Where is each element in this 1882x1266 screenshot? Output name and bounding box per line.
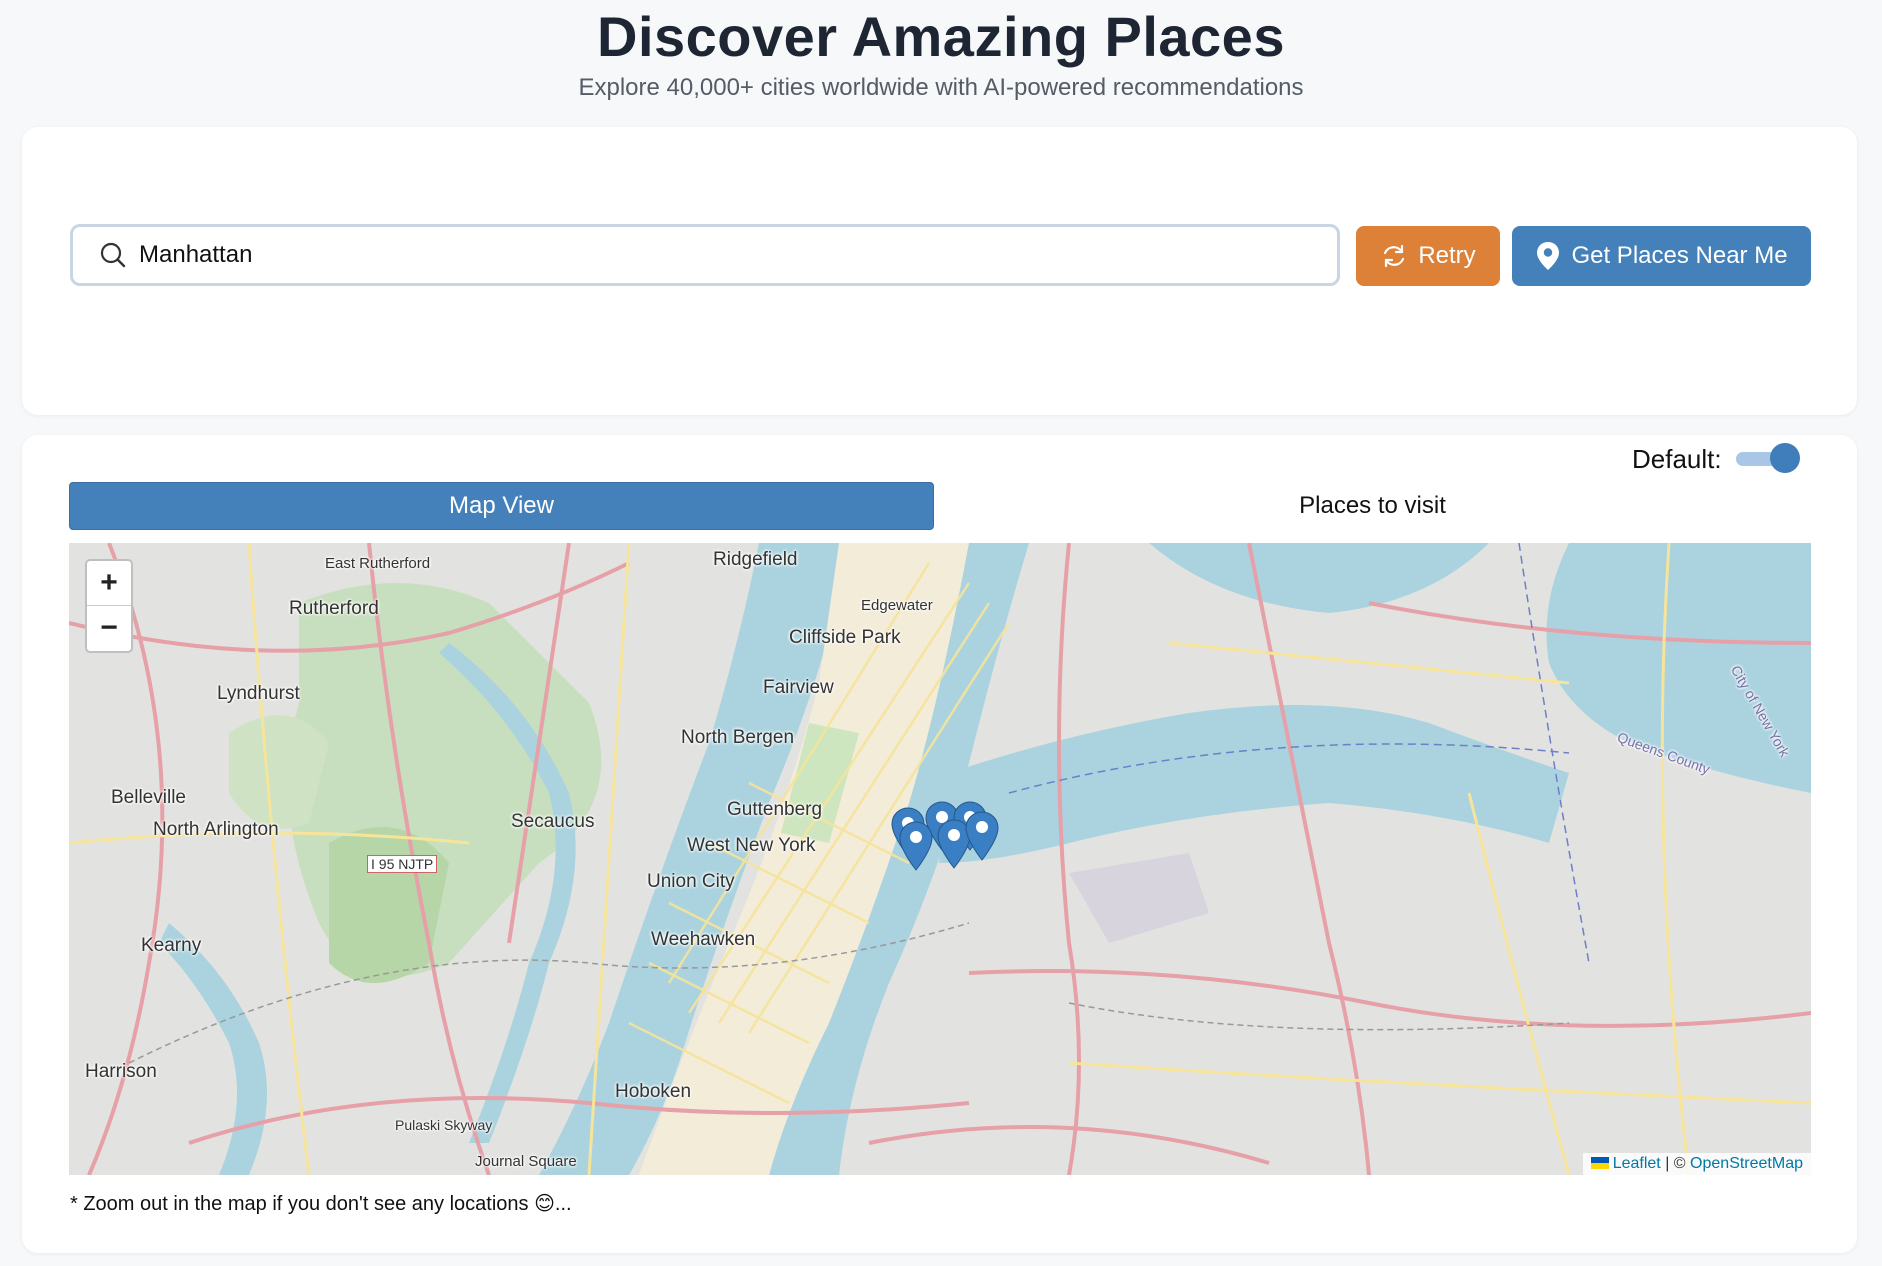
attribution-separator: | © [1665, 1155, 1686, 1172]
map-label: Hoboken [615, 1081, 692, 1102]
openstreetmap-link[interactable]: OpenStreetMap [1690, 1155, 1803, 1172]
map-label: Belleville [111, 787, 186, 808]
map-label: Edgewater [861, 597, 933, 614]
tab-map-view[interactable]: Map View [69, 482, 934, 530]
place-marker[interactable] [899, 821, 933, 871]
ukraine-flag-icon [1590, 1157, 1609, 1169]
page-subtitle: Explore 40,000+ cities worldwide with AI… [578, 74, 1304, 101]
search-box[interactable] [70, 224, 1340, 286]
map-container[interactable]: Ridgefield Edgewater Cliffside Park Fair… [69, 543, 1811, 1175]
toggle-knob [1770, 443, 1800, 473]
retry-label: Retry [1418, 242, 1476, 269]
map-label: I 95 NJTP [367, 855, 438, 873]
map-label: Harrison [85, 1061, 157, 1082]
map-label: Rutherford [289, 598, 379, 619]
map-label: Guttenberg [727, 799, 823, 820]
map-hint-note: * Zoom out in the map if you don't see a… [70, 1193, 572, 1215]
map-label: Cliffside Park [789, 627, 901, 648]
map-label: North Arlington [153, 819, 279, 840]
map-attribution: Leaflet | © OpenStreetMap [1582, 1153, 1811, 1175]
page-title: Discover Amazing Places [597, 5, 1285, 68]
zoom-out-button[interactable]: − [87, 606, 131, 650]
default-toggle-label: Default: [1632, 444, 1722, 474]
get-places-near-me-label: Get Places Near Me [1571, 242, 1788, 269]
map-label: East Rutherford [325, 555, 431, 572]
map-label: Kearny [141, 935, 202, 956]
leaflet-link[interactable]: Leaflet [1613, 1155, 1661, 1172]
map-label: North Bergen [681, 727, 795, 748]
map-label: Secaucus [511, 811, 595, 832]
retry-button[interactable]: Retry [1356, 226, 1500, 286]
map-label: Pulaski Skyway [395, 1117, 493, 1133]
map-label: Lyndhurst [217, 683, 300, 704]
refresh-icon [1384, 244, 1405, 268]
default-toggle[interactable] [1734, 443, 1800, 473]
place-marker[interactable] [965, 811, 999, 861]
zoom-in-button[interactable]: + [87, 561, 131, 606]
map-label: Weehawken [651, 929, 756, 950]
get-places-near-me-button[interactable]: Get Places Near Me [1512, 226, 1811, 286]
map-label: Fairview [763, 677, 834, 698]
zoom-control: + − [85, 559, 133, 653]
tab-places-to-visit[interactable]: Places to visit [934, 482, 1811, 530]
map-label: West New York [687, 835, 816, 856]
search-input[interactable] [137, 240, 1291, 270]
map-label: Ridgefield [713, 549, 798, 570]
map-label: Journal Square [475, 1153, 577, 1170]
map-pin-icon [1537, 242, 1560, 270]
map-label: Union City [647, 871, 735, 892]
search-icon [100, 242, 126, 268]
